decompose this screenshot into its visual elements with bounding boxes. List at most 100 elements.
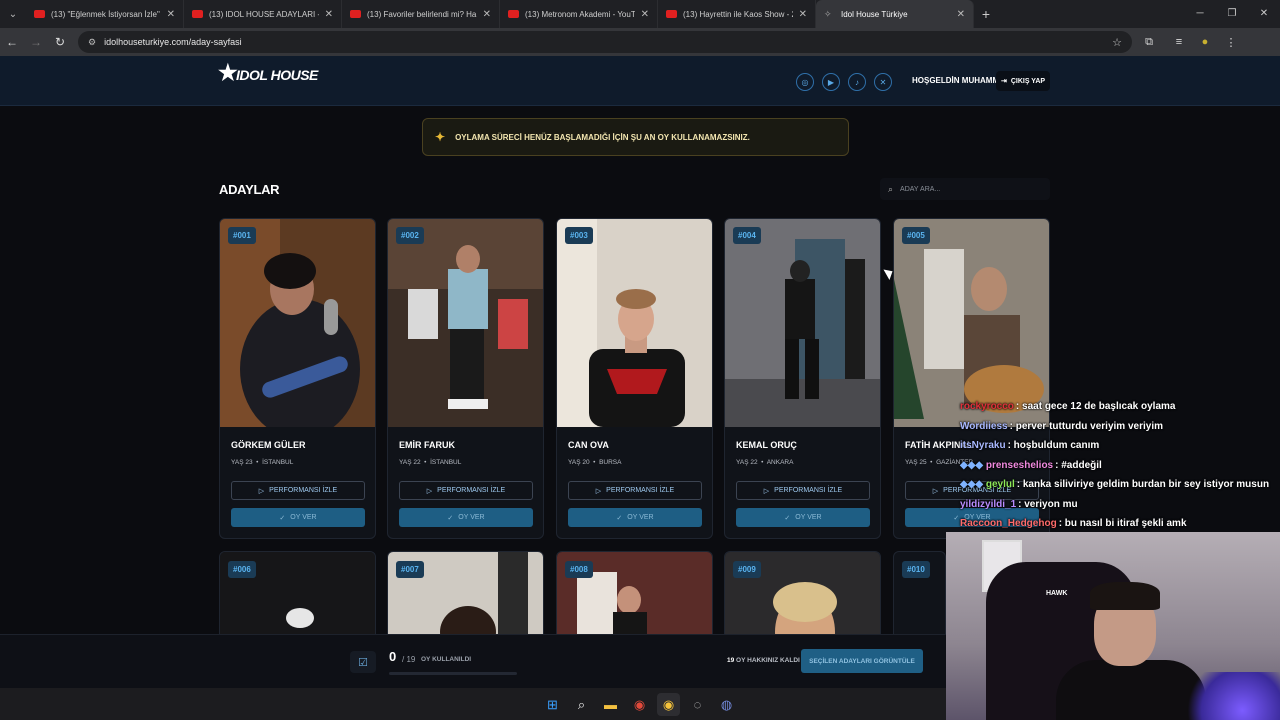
candidate-photo[interactable] [894, 219, 1050, 427]
search-input[interactable]: ⌕ ADAY ARA... [880, 178, 1050, 200]
watch-performance-label: PERFORMANSI İZLE [269, 487, 338, 494]
vote-button[interactable]: ✓ OY VER [231, 508, 365, 527]
watch-performance-button[interactable]: ▷ PERFORMANSI İZLE [568, 481, 702, 500]
candidate-city: İSTANBUL [430, 459, 462, 466]
search-icon[interactable]: ⌕ [570, 693, 593, 716]
browser-tab[interactable]: (13) Favoriler belirlendi mi? Ha ✕ [342, 0, 500, 28]
play-icon: ▷ [763, 487, 770, 495]
votes-remaining-label: OY HAKKINIZ KALDI [736, 657, 800, 664]
watch-performance-button[interactable]: ▷ PERFORMANSI İZLE [231, 481, 365, 500]
chat-message: rockyrocco: saat gece 12 de başlıcak oyl… [960, 397, 1280, 417]
bookmark-star-icon[interactable]: ☆ [1112, 36, 1122, 49]
tab-title: (13) Metronom Akademi - YouT [525, 9, 635, 19]
browser-tab[interactable]: (13) Metronom Akademi - YouT ✕ [500, 0, 658, 28]
chat-message: ◆◆◆ prenseshelios: #addeğil [960, 456, 1280, 476]
candidate-photo[interactable] [725, 219, 881, 427]
candidate-number: #007 [396, 561, 424, 578]
vote-button[interactable]: ✓ OY VER [568, 508, 702, 527]
obs-icon[interactable]: ◌ [686, 693, 709, 716]
browser-tab[interactable]: (13) Hayrettin ile Kaos Show - 2 ✕ [658, 0, 816, 28]
discord-icon[interactable]: ◍ [715, 693, 738, 716]
candidate-photo[interactable] [220, 219, 376, 427]
window-controls: ─ ❐ ✕ [1184, 0, 1280, 28]
vote-button[interactable]: ✓ OY VER [399, 508, 533, 527]
close-icon[interactable]: ✕ [483, 9, 491, 20]
candidate-number: #009 [733, 561, 761, 578]
url-input[interactable]: ⚙ idolhouseturkiye.com/aday-sayfasi ☆ [78, 31, 1132, 53]
candidate-photo[interactable] [557, 219, 713, 427]
candidate-card: #004 KEMAL ORUÇ YAŞ 22 • ANKARA ▷ PERFORM… [724, 218, 881, 539]
tiktok-icon[interactable]: ♪ [848, 73, 866, 91]
minimize-icon[interactable]: ─ [1184, 0, 1216, 28]
close-icon[interactable]: ✕ [167, 9, 175, 20]
idol-house-icon: ✧ [824, 8, 832, 19]
search-icon: ⌕ [888, 183, 894, 194]
browser-tab[interactable]: (13) "Eğlenmek İstiyorsan İzle" – Y ✕ [26, 0, 184, 28]
tab-title: (13) Favoriler belirlendi mi? Ha [367, 9, 477, 19]
chrome-icon[interactable]: ◉ [628, 693, 651, 716]
reload-icon[interactable]: ↻ [48, 35, 72, 49]
candidate-name: EMİR FARUK [399, 440, 455, 450]
forward-icon[interactable]: → [24, 35, 48, 49]
close-icon[interactable]: ✕ [641, 9, 649, 20]
watch-performance-button[interactable]: ▷ PERFORMANSI İZLE [736, 481, 870, 500]
youtube-icon [34, 10, 45, 18]
chat-username: Wordiiess [960, 420, 1008, 432]
chat-text: : hoşbuldum canım [1007, 440, 1100, 451]
extensions-icon[interactable]: ⧉ [1132, 36, 1166, 49]
candidate-number: #010 [902, 561, 930, 578]
check-icon: ✓ [784, 514, 791, 522]
chat-text: : bu nasıl bi itiraf şekli amk [1058, 518, 1187, 529]
chat-text: : kanka siliviriye geldim burdan bir sey… [1016, 479, 1270, 490]
media-icon[interactable]: ≡ [1166, 36, 1192, 48]
x-icon[interactable]: ✕ [874, 73, 892, 91]
profile-avatar-icon[interactable]: ● [1192, 36, 1218, 48]
browser-tab-active[interactable]: ✧ Idol House Türkiye ✕ [816, 0, 974, 28]
candidate-card: #006 [219, 551, 376, 641]
chrome-active-icon[interactable]: ◉ [657, 693, 680, 716]
candidate-age: YAŞ 20 [568, 459, 590, 466]
file-explorer-icon[interactable]: ▬ [599, 693, 622, 716]
candidate-meta: YAŞ 23 • İSTANBUL [231, 459, 294, 466]
menu-icon[interactable]: ⋮ [1218, 36, 1244, 49]
close-icon[interactable]: ✕ [325, 9, 333, 20]
candidate-card: #009 [724, 551, 881, 641]
candidate-meta: YAŞ 22 • ANKARA [736, 459, 794, 466]
candidate-photo[interactable] [388, 219, 544, 427]
chat-text: : perver tutturdu veriyim veriyim [1009, 420, 1163, 432]
play-icon: ▷ [932, 487, 939, 495]
view-selected-button[interactable]: SEÇİLEN ADAYLARI GÖRÜNTÜLE [801, 649, 923, 673]
restore-icon[interactable]: ❐ [1216, 0, 1248, 28]
tab-title: (13) Hayrettin ile Kaos Show - 2 [683, 9, 793, 19]
streamer-webcam: HAWK [946, 532, 1280, 720]
youtube-icon[interactable]: ▶ [822, 73, 840, 91]
badge-icon: ◆◆◆ [960, 479, 986, 490]
youtube-icon [350, 10, 361, 18]
close-icon[interactable]: ✕ [799, 9, 807, 20]
candidate-card: #010 [893, 551, 946, 641]
candidate-number: #002 [396, 227, 424, 244]
badge-icon: ◆◆◆ [960, 459, 986, 471]
new-tab-button[interactable]: + [974, 6, 998, 22]
chat-message: itsNyraku: hoşbuldum canım [960, 436, 1280, 456]
close-icon[interactable]: ✕ [957, 9, 965, 20]
youtube-icon [508, 10, 519, 18]
browser-tab[interactable]: (13) IDOL HOUSE ADAYLARI - Y ✕ [184, 0, 342, 28]
candidate-meta: YAŞ 20 • BURSA [568, 459, 622, 466]
close-window-icon[interactable]: ✕ [1248, 0, 1280, 28]
candidate-number: #006 [228, 561, 256, 578]
instagram-icon[interactable]: ◎ [796, 73, 814, 91]
vote-button[interactable]: ✓ OY VER [736, 508, 870, 527]
watch-performance-button[interactable]: ▷ PERFORMANSI İZLE [399, 481, 533, 500]
logout-button[interactable]: ⇥ ÇIKIŞ YAP [996, 71, 1050, 91]
site-header: ★ IDOL HOUSE ◎ ▶ ♪ ✕ [0, 56, 1280, 106]
candidate-card: #002 EMİR FARUK YAŞ 22 • İSTANBUL ▷ PERFO… [387, 218, 544, 539]
site-info-icon[interactable]: ⚙ [88, 37, 96, 48]
windows-start-icon[interactable]: ⊞ [541, 693, 564, 716]
candidate-card: #001 GÖRKEM GÜLER YAŞ 23 • İSTANBUL ▷ PER… [219, 218, 376, 539]
idol-house-logo[interactable]: ★ IDOL HOUSE [218, 62, 318, 84]
candidate-number: #005 [902, 227, 930, 244]
back-icon[interactable]: ← [0, 35, 24, 49]
tab-search-icon[interactable]: ⌄ [0, 0, 26, 28]
stream-chat-overlay: rockyrocco: saat gece 12 de başlıcak oyl… [960, 397, 1280, 534]
